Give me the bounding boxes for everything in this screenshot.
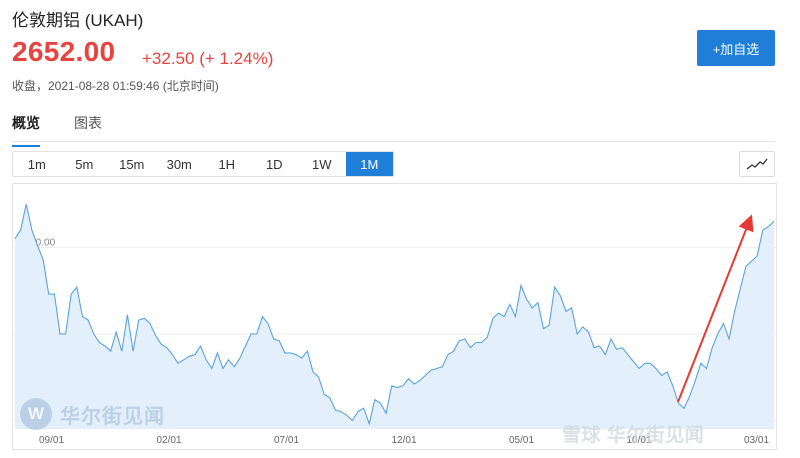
x-tick-label: 07/01 (274, 435, 299, 446)
period-5m[interactable]: 5m (61, 152, 109, 176)
price-change: +32.50 (+ 1.24%) (142, 49, 274, 68)
x-tick-label: 12/01 (392, 435, 417, 446)
close-status: 收盘，2021-08-28 01:59:46 (北京时间) (12, 79, 219, 93)
period-selector: 1m 5m 15m 30m 1H 1D 1W 1M (12, 151, 394, 177)
watermark-right-text: 雪球 华尔街见闻 (562, 425, 705, 446)
chart-type-button[interactable] (739, 151, 775, 177)
x-tick-label: 02/01 (157, 435, 182, 446)
period-1h[interactable]: 1H (203, 152, 251, 176)
tab-bar: 概览 图表 (12, 113, 775, 147)
tab-overview[interactable]: 概览 (12, 113, 40, 147)
x-tick-label: 09/01 (39, 435, 64, 446)
watermark-left: W 华尔街见闻 (20, 398, 165, 430)
watermark-left-text: 华尔街见闻 (60, 405, 165, 428)
price-area (15, 204, 774, 429)
last-price: 2652.00 (12, 36, 116, 67)
period-1d[interactable]: 1D (251, 152, 299, 176)
period-1w[interactable]: 1W (298, 152, 346, 176)
tab-chart[interactable]: 图表 (74, 113, 102, 133)
instrument-title: 伦敦期铝 (UKAH) (12, 11, 144, 30)
period-1mo[interactable]: 1M (345, 152, 393, 176)
add-watchlist-button[interactable]: +加自选 (697, 30, 775, 66)
x-tick-label: 03/01 (744, 435, 769, 446)
x-tick-label: 05/01 (509, 435, 534, 446)
period-30m[interactable]: 30m (156, 152, 204, 176)
watermark-logo-icon: W (20, 398, 52, 430)
period-1m[interactable]: 1m (13, 152, 61, 176)
line-chart-icon (746, 158, 768, 170)
period-15m[interactable]: 15m (108, 152, 156, 176)
